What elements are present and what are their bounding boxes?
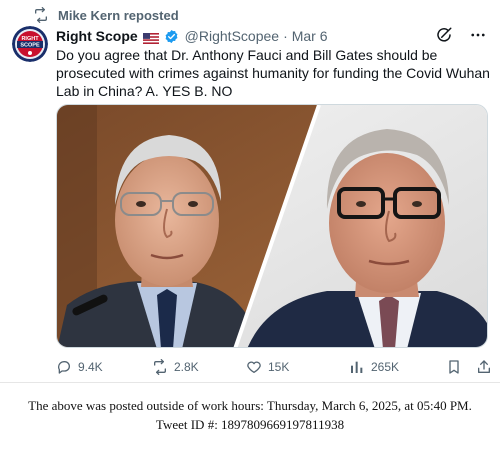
repost-context: Mike Kern reposted <box>32 6 179 24</box>
author-name[interactable]: Right Scope <box>56 28 138 44</box>
bookmark-button[interactable] <box>446 359 462 375</box>
reply-count: 9.4K <box>78 360 103 374</box>
caption-footer: The above was posted outside of work hou… <box>0 396 500 434</box>
share-button[interactable] <box>476 359 492 375</box>
views-count: 265K <box>371 360 400 374</box>
tweet-image[interactable] <box>56 104 488 348</box>
tweet-text: Do you agree that Dr. Anthony Fauci and … <box>56 47 490 99</box>
repost-count: 2.8K <box>174 360 199 374</box>
views-button[interactable]: 265K <box>349 359 399 375</box>
action-bar: 9.4K 2.8K 15K 265K <box>56 357 492 377</box>
more-icon[interactable] <box>468 25 488 45</box>
like-count: 15K <box>268 360 290 374</box>
post-time[interactable]: Mar 6 <box>292 28 328 44</box>
heart-icon <box>246 359 262 375</box>
posted-hours-note: The above was posted outside of work hou… <box>28 398 472 413</box>
bookmark-icon <box>446 359 462 375</box>
us-flag-icon <box>142 31 159 44</box>
svg-text:SCOPE: SCOPE <box>20 43 40 49</box>
tweet-header: Right Scope @RightScopee · Mar 6 <box>56 27 488 45</box>
header-actions <box>434 25 488 45</box>
repost-button[interactable]: 2.8K <box>152 359 199 375</box>
like-button[interactable]: 15K <box>246 359 289 375</box>
verified-badge-icon[interactable] <box>164 29 179 44</box>
repost-icon <box>32 6 50 24</box>
reply-button[interactable]: 9.4K <box>56 359 103 375</box>
grok-icon[interactable] <box>434 25 454 45</box>
tweet-id-note: Tweet ID #: 1897809669197811938 <box>155 417 345 432</box>
divider <box>0 382 500 383</box>
views-icon <box>349 359 365 375</box>
reply-icon <box>56 359 72 375</box>
tweet-card[interactable]: Mike Kern reposted RIGHT SCOPE Right Sco… <box>0 0 500 382</box>
share-icon <box>476 359 492 375</box>
svg-text:RIGHT: RIGHT <box>21 36 39 42</box>
avatar[interactable]: RIGHT SCOPE <box>12 26 48 62</box>
repost-label[interactable]: Mike Kern reposted <box>58 8 179 23</box>
repost-icon <box>152 359 168 375</box>
author-handle[interactable]: @RightScopee <box>185 28 279 44</box>
separator: · <box>283 28 288 44</box>
